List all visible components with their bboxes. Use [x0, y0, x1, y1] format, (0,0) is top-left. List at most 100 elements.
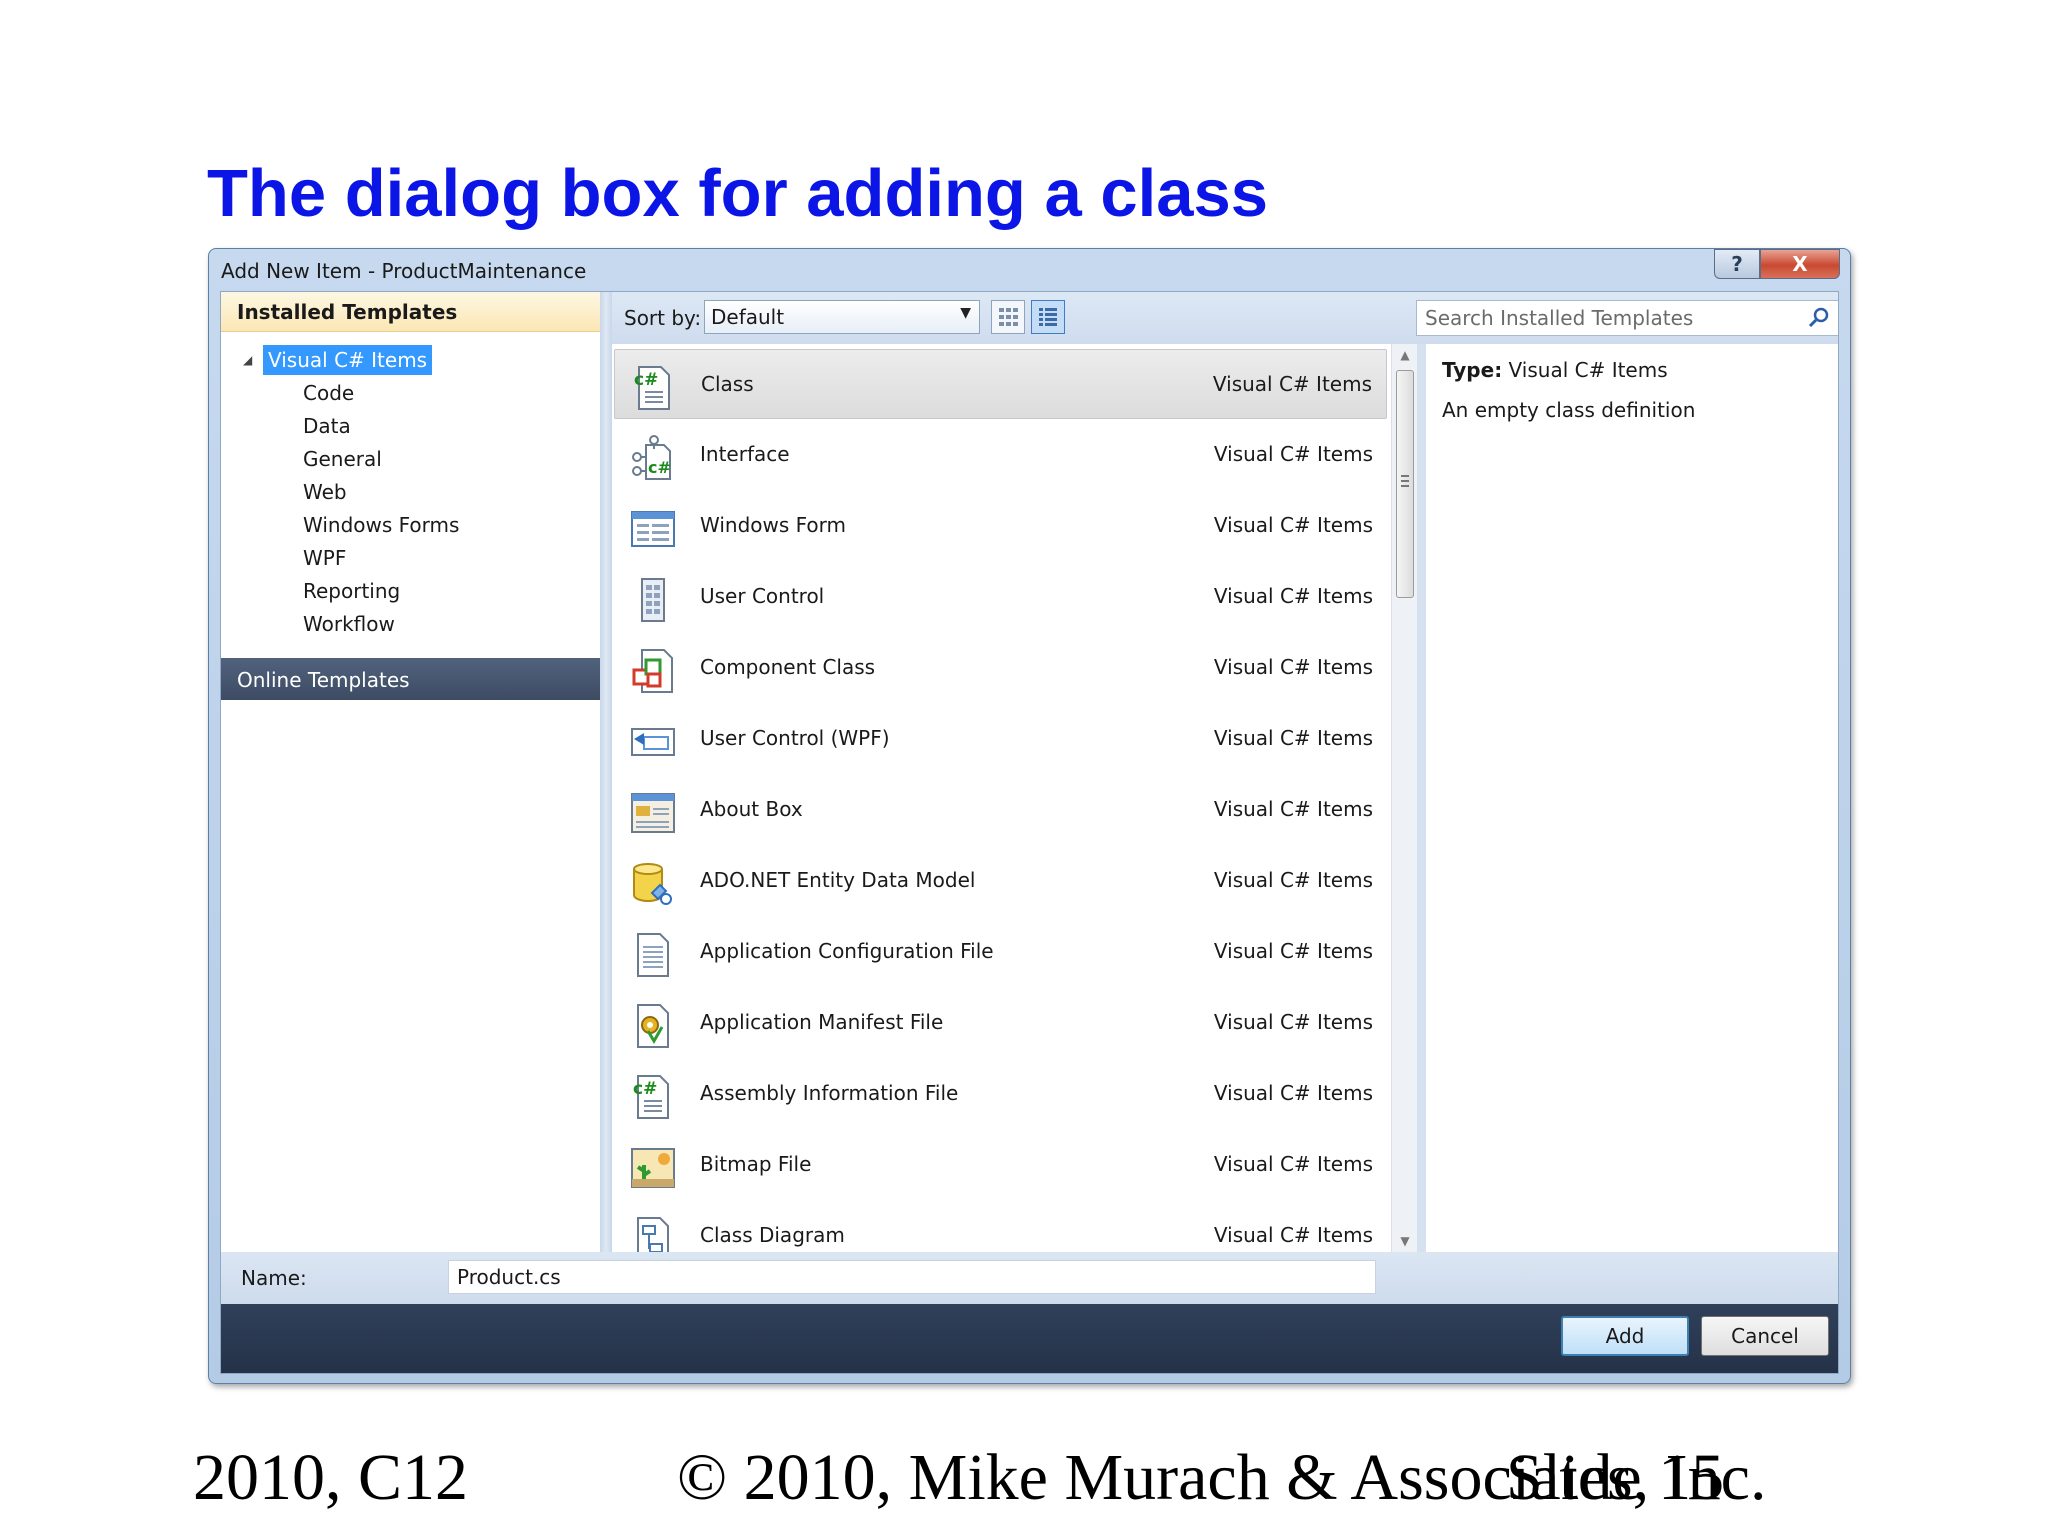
template-row-assembly-information-file[interactable]: c# Assembly Information File Visual C# I…	[614, 1059, 1387, 1129]
template-category: Visual C# Items	[1213, 1152, 1373, 1176]
template-category: Visual C# Items	[1213, 513, 1373, 537]
expand-arrow-icon[interactable]: ◢	[243, 353, 263, 367]
tree-item-reporting[interactable]: Reporting	[303, 576, 400, 606]
config-file-icon	[637, 933, 669, 977]
medium-icons-icon	[999, 308, 1018, 326]
template-category: Visual C# Items	[1213, 584, 1373, 608]
interface-icon: c#	[632, 435, 671, 480]
manifest-file-icon	[637, 1004, 669, 1048]
name-label: Name:	[241, 1266, 307, 1290]
tree-item-windows-forms[interactable]: Windows Forms	[303, 510, 459, 540]
template-row-application-configuration-file[interactable]: Application Configuration File Visual C#…	[614, 917, 1387, 987]
template-category: Visual C# Items	[1213, 797, 1373, 821]
dialog-title: Add New Item - ProductMaintenance	[221, 259, 587, 283]
template-row-interface[interactable]: c# Interface Visual C# Items	[614, 420, 1387, 490]
pane-splitter[interactable]	[600, 292, 612, 1252]
component-class-icon	[632, 649, 673, 693]
details-splitter[interactable]	[1417, 344, 1426, 1252]
chevron-down-icon: ▼	[960, 305, 971, 321]
template-category: Visual C# Items	[1213, 1081, 1373, 1105]
template-category: Visual C# Items	[1213, 442, 1373, 466]
dialog-client: Installed Templates ◢ Visual C# Items Co…	[220, 291, 1839, 1374]
window-buttons: ? X	[1714, 249, 1840, 281]
template-name: Class	[701, 372, 754, 396]
template-row-class-diagram[interactable]: Class Diagram Visual C# Items	[614, 1201, 1387, 1252]
template-category: Visual C# Items	[1213, 1223, 1373, 1247]
template-list-scrollbar[interactable]: ▲ ▼	[1391, 344, 1417, 1252]
medium-icons-view-button[interactable]	[991, 300, 1025, 334]
tree-item-general[interactable]: General	[303, 444, 382, 474]
tree-root-label[interactable]: Visual C# Items	[263, 345, 433, 375]
sort-by-dropdown[interactable]: Default ▼	[704, 300, 980, 334]
wpf-user-control-icon	[631, 728, 675, 756]
template-category: Visual C# Items	[1213, 939, 1373, 963]
template-category-pane: Installed Templates ◢ Visual C# Items Co…	[221, 292, 600, 1252]
template-row-bitmap-file[interactable]: Bitmap File Visual C# Items	[614, 1130, 1387, 1200]
online-templates-header[interactable]: Online Templates	[221, 658, 600, 700]
template-row-class[interactable]: c# Class Visual C# Items	[614, 349, 1387, 419]
name-row: Name:	[221, 1252, 1838, 1304]
bitmap-file-icon	[631, 1148, 675, 1188]
template-name: Bitmap File	[700, 1152, 812, 1176]
search-icon[interactable]	[1807, 306, 1831, 330]
template-row-component-class[interactable]: Component Class Visual C# Items	[614, 633, 1387, 703]
svg-text:c#: c#	[633, 1079, 657, 1099]
cancel-button[interactable]: Cancel	[1701, 1316, 1829, 1356]
tree-item-web[interactable]: Web	[303, 477, 347, 507]
template-name: ADO.NET Entity Data Model	[700, 868, 976, 892]
template-name: Assembly Information File	[700, 1081, 959, 1105]
close-button[interactable]: X	[1760, 249, 1840, 279]
svg-text:c#: c#	[648, 458, 671, 477]
scroll-up-arrow-icon[interactable]: ▲	[1392, 344, 1418, 366]
add-new-item-dialog: Add New Item - ProductMaintenance ? X In…	[208, 248, 1851, 1384]
type-value: Visual C# Items	[1508, 358, 1668, 382]
about-box-icon	[631, 793, 675, 833]
sort-by-value: Default	[711, 305, 785, 329]
tree-item-data[interactable]: Data	[303, 411, 351, 441]
template-category: Visual C# Items	[1212, 372, 1372, 396]
template-category: Visual C# Items	[1213, 868, 1373, 892]
help-button[interactable]: ?	[1714, 249, 1760, 279]
template-details-pane: Type: Visual C# Items An empty class def…	[1426, 344, 1838, 1252]
template-row-application-manifest-file[interactable]: Application Manifest File Visual C# Item…	[614, 988, 1387, 1058]
class-diagram-icon	[637, 1217, 669, 1252]
type-line: Type: Visual C# Items	[1442, 358, 1668, 382]
template-row-user-control-wpf[interactable]: User Control (WPF) Visual C# Items	[614, 704, 1387, 774]
grip-icon	[1401, 475, 1409, 487]
dialog-footer: Add Cancel	[221, 1304, 1838, 1373]
name-input[interactable]	[448, 1260, 1376, 1294]
template-name: Application Configuration File	[700, 939, 994, 963]
template-name: Component Class	[700, 655, 876, 679]
scroll-thumb[interactable]	[1396, 370, 1414, 598]
template-name: Application Manifest File	[700, 1010, 944, 1034]
svg-text:c#: c#	[634, 370, 658, 390]
tree-item-code[interactable]: Code	[303, 378, 354, 408]
windows-form-icon	[631, 511, 675, 547]
template-name: Windows Form	[700, 513, 847, 537]
entity-data-model-icon	[633, 863, 672, 905]
search-box	[1416, 300, 1838, 336]
template-category: Visual C# Items	[1213, 726, 1373, 750]
add-button[interactable]: Add	[1561, 1316, 1689, 1356]
tree-item-visual-csharp-items[interactable]: ◢ Visual C# Items	[243, 345, 433, 375]
scroll-down-arrow-icon[interactable]: ▼	[1392, 1230, 1418, 1252]
assembly-info-icon: c#	[633, 1075, 669, 1119]
installed-templates-header[interactable]: Installed Templates	[221, 292, 600, 332]
template-row-user-control[interactable]: User Control Visual C# Items	[614, 562, 1387, 632]
template-row-windows-form[interactable]: Windows Form Visual C# Items	[614, 491, 1387, 561]
template-list: c# Class Visual C# Items c# Interface Vi…	[612, 344, 1391, 1252]
tree-item-workflow[interactable]: Workflow	[303, 609, 395, 639]
type-label: Type:	[1442, 358, 1503, 382]
list-view-icon	[1039, 308, 1057, 326]
dialog-titlebar[interactable]: Add New Item - ProductMaintenance ? X	[209, 249, 1850, 291]
template-row-ado-net-entity-data-model[interactable]: ADO.NET Entity Data Model Visual C# Item…	[614, 846, 1387, 916]
template-name: User Control (WPF)	[700, 726, 890, 750]
template-category: Visual C# Items	[1213, 655, 1373, 679]
tree-item-wpf[interactable]: WPF	[303, 543, 346, 573]
list-view-button[interactable]	[1031, 300, 1065, 334]
template-row-about-box[interactable]: About Box Visual C# Items	[614, 775, 1387, 845]
csharp-class-icon: c#	[634, 366, 670, 410]
template-category: Visual C# Items	[1213, 1010, 1373, 1034]
template-toolbar: Sort by: Default ▼	[612, 292, 1838, 344]
search-input[interactable]	[1417, 301, 1797, 335]
